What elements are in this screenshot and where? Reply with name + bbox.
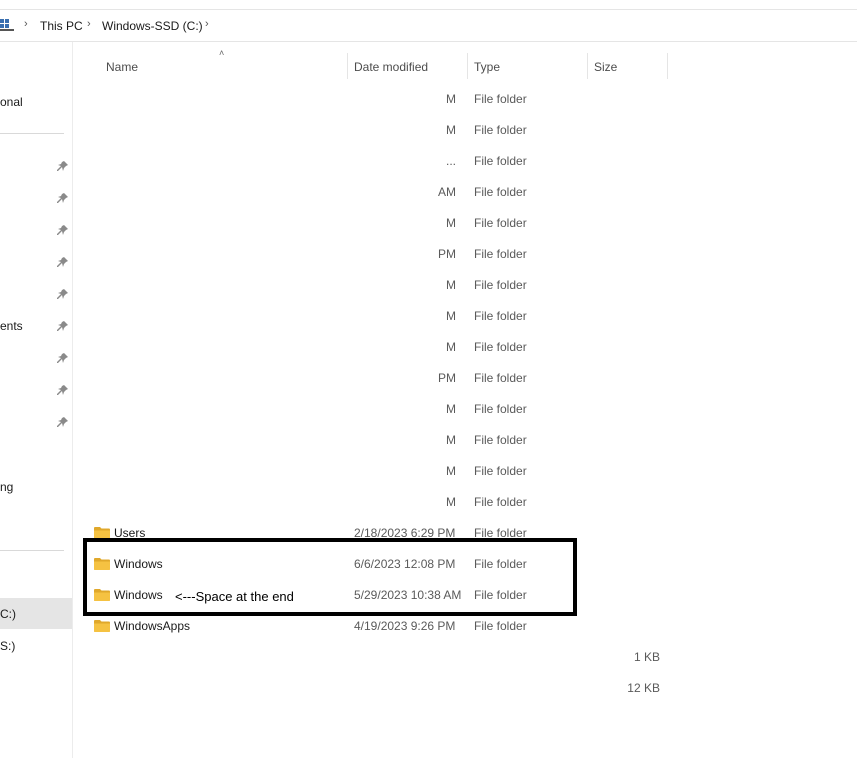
date-modified-fragment: M xyxy=(446,309,456,323)
column-header-size[interactable]: Size xyxy=(594,60,617,74)
breadcrumb-this-pc[interactable]: This PC xyxy=(40,19,83,33)
nav-divider xyxy=(0,550,64,551)
column-divider[interactable] xyxy=(587,53,588,79)
file-type: File folder xyxy=(474,495,527,509)
date-modified-fragment: M xyxy=(446,433,456,447)
file-type: File folder xyxy=(474,619,527,633)
file-type: File folder xyxy=(474,247,527,261)
annotation-highlight-box xyxy=(83,538,577,616)
file-type: File folder xyxy=(474,92,527,106)
date-modified-fragment: M xyxy=(446,402,456,416)
date-modified-fragment: AM xyxy=(438,185,456,199)
pin-icon[interactable] xyxy=(57,416,69,428)
date-modified-fragment: M xyxy=(446,92,456,106)
nav-item-label[interactable]: ng xyxy=(0,480,13,494)
this-pc-icon xyxy=(0,19,14,31)
navigation-pane: onal ents ng C:) S:) xyxy=(0,42,73,758)
date-modified-fragment: M xyxy=(446,495,456,509)
file-type: File folder xyxy=(474,185,527,199)
file-type: File folder xyxy=(474,216,527,230)
date-modified-fragment: M xyxy=(446,464,456,478)
pin-icon[interactable] xyxy=(57,256,69,268)
pin-icon[interactable] xyxy=(57,352,69,364)
file-row[interactable]: AM File folder xyxy=(80,177,680,208)
nav-item-label[interactable]: ents xyxy=(0,319,23,333)
file-row[interactable]: M File folder xyxy=(80,301,680,332)
file-row[interactable]: M File folder xyxy=(80,270,680,301)
column-divider[interactable] xyxy=(467,53,468,79)
file-type: File folder xyxy=(474,464,527,478)
chevron-right-icon: › xyxy=(87,18,91,30)
nav-item-label[interactable]: C:) xyxy=(0,607,16,621)
address-bar[interactable]: › This PC › Windows-SSD (C:) › xyxy=(0,9,857,42)
annotation-text: <---Space at the end xyxy=(175,589,294,604)
file-row[interactable]: M File folder xyxy=(80,84,680,115)
file-row[interactable]: M File folder xyxy=(80,456,680,487)
chevron-right-icon[interactable]: › xyxy=(205,18,209,30)
date-modified-fragment: PM xyxy=(438,371,456,385)
nav-divider xyxy=(0,133,64,134)
date-modified: 4/19/2023 9:26 PM xyxy=(354,619,456,633)
pin-icon[interactable] xyxy=(57,160,69,172)
date-modified-fragment: M xyxy=(446,340,456,354)
file-size: 12 KB xyxy=(627,681,660,695)
pin-icon[interactable] xyxy=(57,384,69,396)
file-type: File folder xyxy=(474,402,527,416)
pin-icon[interactable] xyxy=(57,224,69,236)
pin-icon[interactable] xyxy=(57,320,69,332)
file-size: 1 KB xyxy=(633,650,660,664)
file-row[interactable]: 1 KB xyxy=(80,642,680,673)
chevron-right-icon: › xyxy=(24,18,28,30)
file-type: File folder xyxy=(474,340,527,354)
file-row[interactable]: M File folder xyxy=(80,332,680,363)
sort-ascending-icon: ˄ xyxy=(219,48,225,58)
date-modified-fragment: PM xyxy=(438,247,456,261)
file-name: WindowsApps xyxy=(114,619,191,633)
column-header-date[interactable]: Date modified xyxy=(354,60,428,74)
file-row[interactable]: M File folder xyxy=(80,394,680,425)
pin-icon[interactable] xyxy=(57,192,69,204)
date-modified-fragment: M xyxy=(446,216,456,230)
file-type: File folder xyxy=(474,309,527,323)
file-type: File folder xyxy=(474,278,527,292)
file-row[interactable]: 12 KB xyxy=(80,673,680,704)
file-row[interactable]: ... File folder xyxy=(80,146,680,177)
pin-icon[interactable] xyxy=(57,288,69,300)
file-row[interactable]: M File folder xyxy=(80,115,680,146)
file-type: File folder xyxy=(474,154,527,168)
column-divider[interactable] xyxy=(347,53,348,79)
file-type: File folder xyxy=(474,123,527,137)
file-row[interactable]: PM File folder xyxy=(80,239,680,270)
file-row[interactable]: M File folder xyxy=(80,425,680,456)
date-modified-fragment: ... xyxy=(445,154,456,168)
column-header-name[interactable]: Name xyxy=(106,60,138,74)
file-row[interactable]: M File folder xyxy=(80,487,680,518)
date-modified-fragment: M xyxy=(446,123,456,137)
column-header-type[interactable]: Type xyxy=(474,60,500,74)
file-row[interactable]: M File folder xyxy=(80,208,680,239)
date-modified-fragment: M xyxy=(446,278,456,292)
nav-item-label[interactable]: S:) xyxy=(0,639,15,653)
file-row[interactable]: PM File folder xyxy=(80,363,680,394)
nav-item-label[interactable]: onal xyxy=(0,95,23,109)
column-divider[interactable] xyxy=(667,53,668,79)
breadcrumb-windows-ssd[interactable]: Windows-SSD (C:) xyxy=(102,19,203,33)
file-type: File folder xyxy=(474,433,527,447)
file-type: File folder xyxy=(474,371,527,385)
folder-icon xyxy=(94,619,110,632)
